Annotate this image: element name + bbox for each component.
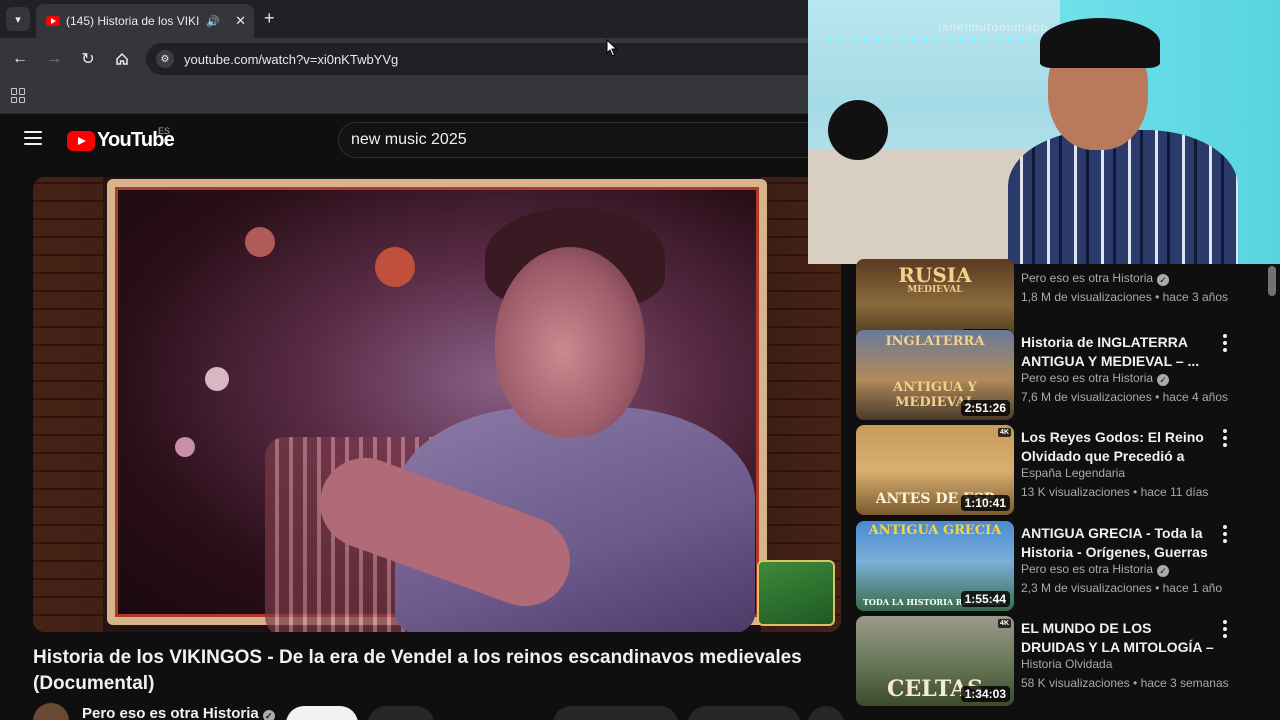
verified-check-icon: ✓ xyxy=(1157,374,1170,386)
scrollbar-thumb[interactable] xyxy=(1268,266,1276,296)
related-video-stats: 58 K visualizaciones • hace 3 semanas xyxy=(1021,676,1229,690)
like-dislike-button[interactable] xyxy=(553,706,678,720)
video-duration: 1:55:44 xyxy=(960,591,1010,607)
address-bar[interactable]: ⚙ youtube.com/watch?v=xi0nKTwbYVg xyxy=(146,43,808,75)
browser-toolbar: ← → ↻ ⚙ youtube.com/watch?v=xi0nKTwbYVg xyxy=(0,38,808,80)
webcam-watermark: lahelmutdoumapp xyxy=(938,20,1049,34)
verified-check-icon: ✓ xyxy=(1157,565,1170,577)
bookmarks-bar xyxy=(0,80,808,114)
kebab-menu-icon[interactable] xyxy=(1221,620,1229,638)
thumbnail-headline: RUSIA xyxy=(898,263,972,287)
related-video-item[interactable]: CELTAS 4K 1:34:03 EL MUNDO DE LOS DRUIDAS Y… xyxy=(856,616,1266,706)
search-input[interactable]: new music 2025 xyxy=(338,122,808,158)
video-thumbnail[interactable]: ANTES DE ESP 4K 1:10:41 xyxy=(856,425,1014,515)
youtube-play-logo-icon xyxy=(67,130,95,151)
speaker-icon[interactable]: 🔊 xyxy=(206,15,220,28)
search-query-text: new music 2025 xyxy=(351,131,467,148)
subscribe-button[interactable] xyxy=(286,706,358,720)
related-video-item[interactable]: ANTES DE ESP 4K 1:10:41 Los Reyes Godos: El… xyxy=(856,425,1266,515)
related-channel-name[interactable]: España Legendaria xyxy=(1021,466,1125,480)
share-button[interactable] xyxy=(688,706,800,720)
video-duration: 1:10:41 xyxy=(960,495,1010,511)
webcam-overlay: lahelmutdoumapp xyxy=(808,0,1280,264)
related-video-stats: 2,3 M de visualizaciones • hace 1 año xyxy=(1021,581,1222,595)
back-arrow-icon[interactable]: ← xyxy=(9,48,31,70)
channel-avatar[interactable] xyxy=(33,703,69,720)
video-thumbnail[interactable]: CELTAS 4K 1:34:03 xyxy=(856,616,1014,706)
quality-4k-badge: 4K xyxy=(998,428,1011,437)
tab-title: (145) Historia de los VIKINGO xyxy=(66,14,200,28)
new-tab-button[interactable]: + xyxy=(264,8,275,29)
related-video-title[interactable]: Historia de INGLATERRA ANTIGUA Y MEDIEVA… xyxy=(1021,333,1216,371)
related-videos-list: RUSIAMEDIEVAL1:49:02Pero eso es otra His… xyxy=(856,259,1280,720)
related-video-title[interactable]: EL MUNDO DE LOS DRUIDAS Y LA MITOLOGÍA –… xyxy=(1021,619,1216,657)
browser-tab-strip: ▾ (145) Historia de los VIKINGO 🔊 ✕ + xyxy=(0,0,808,38)
owner-row: Pero eso es otra Historia ✓ xyxy=(33,703,844,720)
video-duration: 2:51:26 xyxy=(960,400,1010,416)
related-channel-name[interactable]: Pero eso es otra Historia ✓ xyxy=(1021,562,1170,577)
related-video-stats: 13 K visualizaciones • hace 11 días xyxy=(1021,485,1209,499)
tab-close-icon[interactable]: ✕ xyxy=(235,13,246,29)
corner-logo-badge xyxy=(757,560,835,626)
more-actions-button[interactable] xyxy=(808,706,844,720)
related-video-item[interactable]: ANTIGUA GRECIA TODA LA HISTORIA RESUMIDA 1… xyxy=(856,521,1266,611)
channel-name[interactable]: Pero eso es otra Historia ✓ xyxy=(82,705,275,720)
kebab-menu-icon[interactable] xyxy=(1221,429,1229,447)
forward-arrow-icon[interactable]: → xyxy=(43,48,65,70)
thumbnail-headline: ANTIGUA GRECIA xyxy=(868,523,1002,538)
quality-4k-badge: 4K xyxy=(998,619,1011,628)
browser-tab-active[interactable]: (145) Historia de los VIKINGO 🔊 ✕ xyxy=(36,4,254,38)
apps-grid-icon[interactable] xyxy=(11,88,26,103)
related-channel-name[interactable]: Pero eso es otra Historia ✓ xyxy=(1021,371,1170,386)
related-channel-name[interactable]: Historia Olvidada xyxy=(1021,657,1112,671)
video-thumbnail[interactable]: ANTIGUA GRECIA TODA LA HISTORIA RESUMIDA 1… xyxy=(856,521,1014,611)
related-video-stats: 1,8 M de visualizaciones • hace 3 años xyxy=(1021,290,1228,304)
thumbnail-headline: INGLATERRA xyxy=(885,334,985,349)
hamburger-menu-icon[interactable] xyxy=(24,131,42,145)
country-code: ES xyxy=(158,126,171,136)
verified-check-icon: ✓ xyxy=(262,710,275,720)
youtube-favicon-icon xyxy=(46,16,60,26)
related-video-item[interactable]: INGLATERRA ANTIGUA Y MEDIEVAL 2:51:26 Histo… xyxy=(856,330,1266,420)
kebab-menu-icon[interactable] xyxy=(1221,334,1229,352)
player-brick-wall-left xyxy=(33,177,103,632)
reload-icon[interactable]: ↻ xyxy=(77,48,99,70)
related-channel-name[interactable]: Pero eso es otra Historia ✓ xyxy=(1021,271,1170,286)
youtube-header: YouTube ES new music 2025 xyxy=(0,114,808,164)
verified-check-icon: ✓ xyxy=(1157,274,1170,286)
url-text: youtube.com/watch?v=xi0nKTwbYVg xyxy=(184,51,399,67)
related-scrollbar[interactable] xyxy=(1268,264,1276,720)
site-info-icon[interactable]: ⚙ xyxy=(156,50,174,68)
video-thumbnail[interactable]: INGLATERRA ANTIGUA Y MEDIEVAL 2:51:26 xyxy=(856,330,1014,420)
video-title: Historia de los VIKINGOS - De la era de … xyxy=(33,647,802,694)
kebab-menu-icon[interactable] xyxy=(1221,525,1229,543)
video-frame-scene xyxy=(107,179,767,632)
video-player[interactable] xyxy=(33,177,841,632)
video-duration: 1:34:03 xyxy=(960,686,1010,702)
tab-search-chevron-icon[interactable]: ▾ xyxy=(6,7,30,31)
bell-button[interactable] xyxy=(368,706,434,720)
home-icon[interactable] xyxy=(111,48,133,70)
related-video-title[interactable]: ANTIGUA GRECIA - Toda la Historia - Oríg… xyxy=(1021,524,1216,562)
related-video-stats: 7,6 M de visualizaciones • hace 4 años xyxy=(1021,390,1228,404)
screen: ▾ (145) Historia de los VIKINGO 🔊 ✕ + ← … xyxy=(0,0,1280,720)
thumbnail-subtitle: MEDIEVAL xyxy=(907,285,963,295)
related-video-title[interactable]: Los Reyes Godos: El Reino Olvidado que P… xyxy=(1021,428,1216,466)
